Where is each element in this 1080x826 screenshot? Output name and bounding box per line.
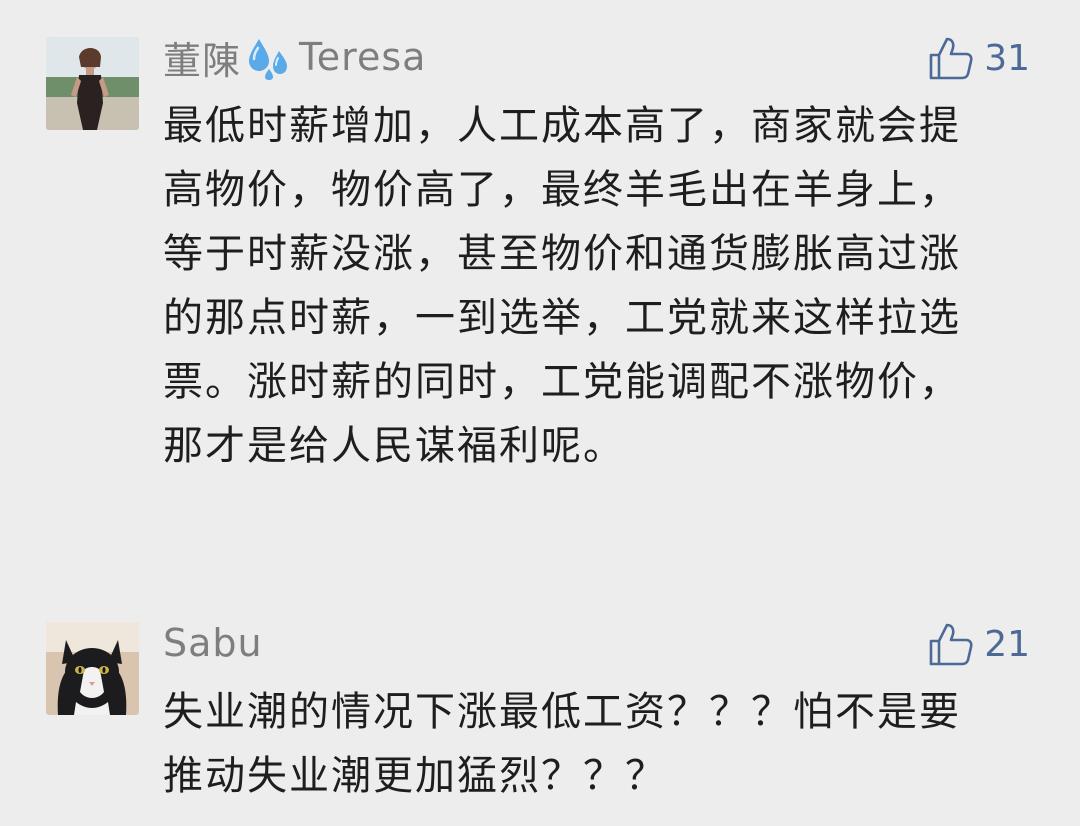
comment-item: 董陳 Teresa 31 最低时薪增加，人工成本高了，商家就会提高物价，物价高了… (0, 0, 1080, 560)
like-button[interactable]: 21 (928, 619, 1030, 669)
author-name[interactable]: Sabu (163, 618, 263, 668)
author-name-en: Teresa (299, 35, 427, 79)
sweat-droplets-icon (249, 39, 288, 80)
like-count: 31 (984, 37, 1030, 79)
author-name-cn: 董陳 (163, 38, 242, 83)
like-count: 21 (984, 623, 1030, 665)
comment-text: 失业潮的情况下涨最低工资？？？怕不是要推动失业潮更加猛烈？？？ (163, 689, 961, 799)
comment-text: 最低时薪增加，人工成本高了，商家就会提高物价，物价高了，最终羊毛出在羊身上，等于… (163, 103, 961, 469)
thumbs-up-icon (929, 37, 973, 80)
avatar[interactable] (46, 37, 139, 130)
avatar[interactable] (46, 622, 139, 715)
thumbs-up-icon (929, 623, 973, 666)
comment-item: Sabu 21 失业潮的情况下涨最低工资？？？怕不是要推动失业潮更加猛烈？？？ (0, 600, 1080, 826)
author-name[interactable]: 董陳 Teresa (163, 32, 427, 83)
author-name-en: Sabu (163, 621, 263, 665)
like-button[interactable]: 31 (928, 33, 1030, 83)
